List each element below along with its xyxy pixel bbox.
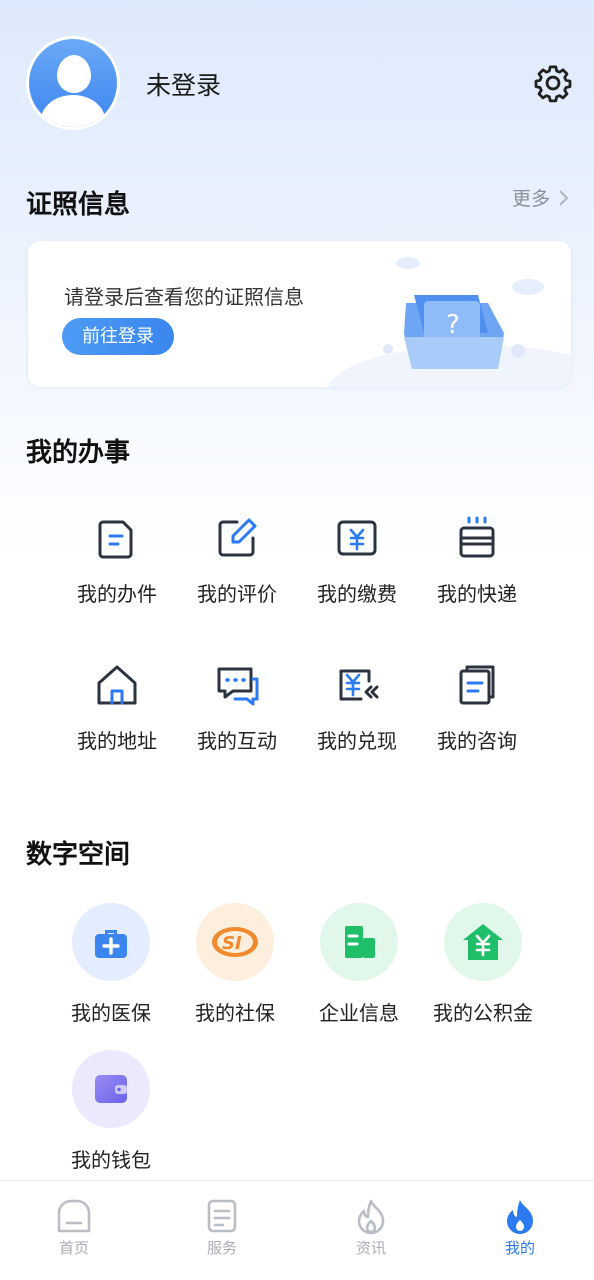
affair-item-label: 我的快递: [437, 582, 517, 606]
empty-box-illustration: ?: [328, 257, 571, 387]
edit-icon: [218, 518, 257, 557]
payment-icon: [337, 520, 377, 556]
tab-label: 服务: [206, 1239, 237, 1257]
affair-item-reviews[interactable]: 我的评价: [177, 514, 297, 607]
tab-mine[interactable]: 我的: [470, 1197, 570, 1258]
avatar[interactable]: [26, 36, 120, 130]
affair-item-label: 我的兑现: [317, 729, 397, 753]
certificate-hint: 请登录后查看您的证照信息: [64, 285, 304, 309]
space-item-housing-fund[interactable]: 我的公积金: [421, 903, 545, 1026]
space-item-label: 我的社保: [195, 1001, 275, 1025]
flame-outline-icon: [357, 1199, 385, 1235]
building-icon: [345, 926, 375, 958]
flame-icon: [507, 1200, 533, 1234]
affair-item-label: 我的评价: [197, 582, 277, 606]
more-label: 更多: [511, 188, 550, 210]
tab-home[interactable]: 首页: [24, 1197, 124, 1258]
affair-item-payments[interactable]: 我的缴费: [297, 514, 417, 607]
document-icon: [98, 520, 133, 559]
affair-item-label: 我的缴费: [317, 582, 397, 606]
files-icon: [459, 665, 495, 705]
space-item-label: 企业信息: [319, 1001, 399, 1025]
svg-text:?: ?: [446, 310, 460, 340]
house-icon: [97, 665, 137, 705]
tab-label: 首页: [58, 1239, 89, 1257]
space-item-medical-insurance[interactable]: 我的医保: [49, 903, 173, 1026]
settings-gear-icon[interactable]: [532, 62, 574, 104]
affair-item-address[interactable]: 我的地址: [57, 661, 177, 754]
go-login-button[interactable]: 前往登录: [62, 318, 174, 355]
home-icon: [57, 1199, 91, 1233]
tab-label: 我的: [504, 1239, 535, 1257]
affair-item-label: 我的互动: [197, 729, 277, 753]
affair-item-applications[interactable]: 我的办件: [57, 514, 177, 607]
affair-item-redemption[interactable]: 我的兑现: [297, 661, 417, 754]
service-icon: [207, 1199, 237, 1233]
certificate-card: 请登录后查看您的证照信息 前往登录 ?: [28, 241, 571, 387]
affairs-title: 我的办事: [26, 438, 131, 468]
space-item-wallet[interactable]: 我的钱包: [49, 1050, 173, 1173]
affair-item-express[interactable]: 我的快递: [417, 514, 537, 607]
social-security-icon: SI: [212, 927, 258, 957]
bottom-tab-bar: 首页 服务 资讯 我的: [0, 1180, 594, 1280]
affair-item-label: 我的办件: [77, 582, 157, 606]
login-status[interactable]: 未登录: [146, 66, 221, 102]
affair-item-label: 我的地址: [77, 729, 157, 753]
tab-label: 资讯: [355, 1239, 386, 1257]
space-item-social-security[interactable]: SI 我的社保: [173, 903, 297, 1026]
space-item-label: 我的医保: [71, 1001, 151, 1025]
cash-icon: [339, 669, 379, 701]
tab-services[interactable]: 服务: [172, 1197, 272, 1258]
tab-news[interactable]: 资讯: [321, 1197, 421, 1258]
express-icon: [459, 516, 495, 558]
affair-item-label: 我的咨询: [437, 729, 517, 753]
certificates-title: 证照信息: [26, 190, 131, 220]
chat-icon: [217, 667, 259, 706]
space-item-label: 我的钱包: [71, 1148, 151, 1172]
affair-item-interactions[interactable]: 我的互动: [177, 661, 297, 754]
space-item-enterprise-info[interactable]: 企业信息: [297, 903, 421, 1026]
space-item-label: 我的公积金: [433, 1001, 533, 1025]
wallet-icon: [95, 1075, 127, 1103]
chevron-right-icon: [559, 189, 569, 206]
digital-space-title: 数字空间: [26, 840, 131, 870]
svg-text:SI: SI: [222, 933, 242, 954]
more-link[interactable]: 更多: [512, 184, 570, 211]
housing-fund-icon: [463, 924, 503, 960]
medical-kit-icon: [95, 930, 127, 958]
affair-item-consultation[interactable]: 我的咨询: [417, 661, 537, 754]
